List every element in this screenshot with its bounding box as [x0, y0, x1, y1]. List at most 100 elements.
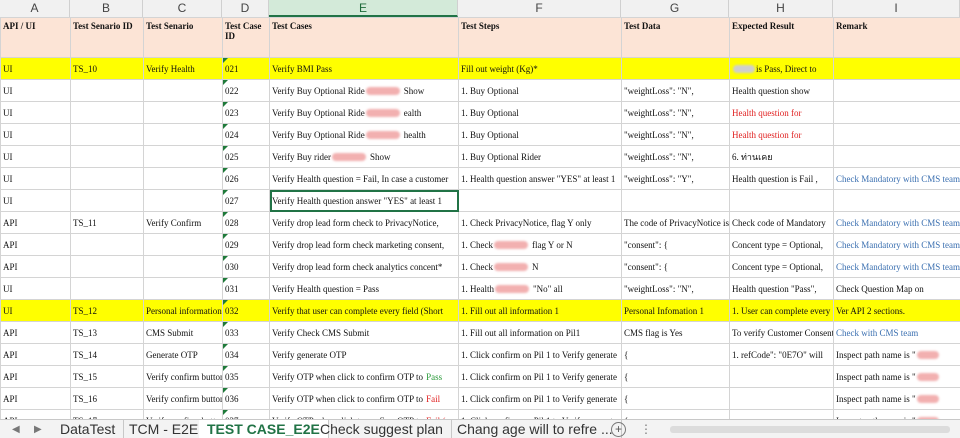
- table-cell[interactable]: Health question "Pass",: [729, 277, 834, 300]
- table-cell[interactable]: [833, 79, 960, 102]
- table-cell[interactable]: "weightLoss": "N",: [621, 123, 730, 146]
- column-header-a[interactable]: A: [0, 0, 70, 17]
- table-cell[interactable]: UI: [0, 79, 71, 102]
- table-cell[interactable]: Verify confirm button: [143, 409, 223, 419]
- table-cell[interactable]: [143, 255, 223, 278]
- table-cell[interactable]: 1. Buy Optional: [458, 101, 622, 124]
- table-cell[interactable]: 028: [222, 211, 270, 234]
- table-cell[interactable]: [833, 123, 960, 146]
- table-cell[interactable]: Personal Infomation 1: [621, 299, 730, 322]
- table-cell[interactable]: {: [621, 387, 730, 410]
- table-cell[interactable]: Verify drop lead form check analytics co…: [269, 255, 459, 278]
- table-cell[interactable]: [729, 189, 834, 212]
- table-cell[interactable]: [70, 79, 144, 102]
- table-cell[interactable]: Verify confirm button: [143, 387, 223, 410]
- table-cell[interactable]: UI: [0, 167, 71, 190]
- table-cell[interactable]: [143, 233, 223, 256]
- table-cell[interactable]: TS_16: [70, 387, 144, 410]
- table-cell[interactable]: TS_13: [70, 321, 144, 344]
- table-cell[interactable]: 1. Buy Optional Rider: [458, 145, 622, 168]
- table-cell[interactable]: Verify Buy Optional Ride Show: [269, 79, 459, 102]
- column-header-g[interactable]: G: [621, 0, 729, 17]
- table-cell[interactable]: [833, 57, 960, 80]
- table-cell[interactable]: "weightLoss": "N",: [621, 145, 730, 168]
- table-cell[interactable]: {: [621, 365, 730, 388]
- table-cell[interactable]: 1. User can complete every: [729, 299, 834, 322]
- table-cell[interactable]: 029: [222, 233, 270, 256]
- horizontal-scrollbar[interactable]: [670, 426, 950, 433]
- table-cell[interactable]: 032: [222, 299, 270, 322]
- table-cell[interactable]: 1. Fill out all information 1: [458, 299, 622, 322]
- table-cell[interactable]: Health question is Fail ,: [729, 167, 834, 190]
- table-cell[interactable]: 1. Click confirm on Pil 1 to Verify gene…: [458, 387, 622, 410]
- table-cell[interactable]: Ver API 2 sections.: [833, 299, 960, 322]
- table-cell[interactable]: Verify Health: [143, 57, 223, 80]
- table-cell[interactable]: Verify Health question = Pass: [269, 277, 459, 300]
- table-cell[interactable]: Inspect path name is ": [833, 365, 960, 388]
- table-cell[interactable]: [621, 189, 730, 212]
- table-cell[interactable]: [70, 167, 144, 190]
- header-cell[interactable]: Remark: [833, 17, 960, 58]
- table-cell[interactable]: [70, 123, 144, 146]
- header-cell[interactable]: Test Data: [621, 17, 730, 58]
- table-cell[interactable]: Verify Buy Optional Ride health: [269, 123, 459, 146]
- table-cell[interactable]: [143, 189, 223, 212]
- table-cell[interactable]: [729, 387, 834, 410]
- table-cell[interactable]: {: [621, 343, 730, 366]
- table-cell[interactable]: CMS flag is Yes: [621, 321, 730, 344]
- table-cell[interactable]: 1. Fill out all information on Pil1: [458, 321, 622, 344]
- table-cell[interactable]: Inspect path name is ": [833, 409, 960, 419]
- column-header-e[interactable]: E: [269, 0, 458, 17]
- table-cell[interactable]: [143, 167, 223, 190]
- table-cell[interactable]: To verify Customer Consent: [729, 321, 834, 344]
- table-cell[interactable]: Verify drop lead form check marketing co…: [269, 233, 459, 256]
- table-cell[interactable]: "consent": {: [621, 233, 730, 256]
- table-cell[interactable]: "weightLoss": "N",: [621, 101, 730, 124]
- column-header-c[interactable]: C: [143, 0, 222, 17]
- table-cell[interactable]: TS_15: [70, 365, 144, 388]
- table-cell[interactable]: Verify Health question = Fail, In case a…: [269, 167, 459, 190]
- table-cell[interactable]: 033: [222, 321, 270, 344]
- table-cell[interactable]: [621, 57, 730, 80]
- table-cell[interactable]: Verify Health question answer "YES" at l…: [269, 189, 459, 212]
- column-header-i[interactable]: I: [833, 0, 960, 17]
- table-cell[interactable]: API: [0, 211, 71, 234]
- header-cell[interactable]: Test Case ID: [222, 17, 270, 58]
- table-cell[interactable]: UI: [0, 189, 71, 212]
- table-cell[interactable]: Verify OTP when click to confirm OTP toF…: [269, 409, 459, 419]
- table-cell[interactable]: 027: [222, 189, 270, 212]
- header-cell[interactable]: Test Senario ID: [70, 17, 144, 58]
- table-cell[interactable]: [458, 189, 622, 212]
- table-cell[interactable]: Verify Buy rider Show: [269, 145, 459, 168]
- table-cell[interactable]: [143, 277, 223, 300]
- table-cell[interactable]: Verify generate OTP: [269, 343, 459, 366]
- table-cell[interactable]: TS_17: [70, 409, 144, 419]
- table-cell[interactable]: Health question for: [729, 101, 834, 124]
- table-cell[interactable]: 1. Buy Optional: [458, 79, 622, 102]
- table-cell[interactable]: 1. Health question answer "YES" at least…: [458, 167, 622, 190]
- table-cell[interactable]: 1. Click confirm on Pil 1 to Verify gene…: [458, 409, 622, 419]
- table-cell[interactable]: 025: [222, 145, 270, 168]
- header-cell[interactable]: Expected Result: [729, 17, 834, 58]
- table-cell[interactable]: 022: [222, 79, 270, 102]
- table-cell[interactable]: Verify OTP when click to confirm OTP toF…: [269, 387, 459, 410]
- sheet-tab-test-case-e2e[interactable]: TEST CASE_E2E: [199, 420, 329, 438]
- table-cell[interactable]: [833, 145, 960, 168]
- table-cell[interactable]: is Pass, Direct to: [729, 57, 834, 80]
- table-cell[interactable]: Verify that user can complete every fiel…: [269, 299, 459, 322]
- table-cell[interactable]: [729, 409, 834, 419]
- table-cell[interactable]: Check Mandatory with CMS team: [833, 233, 960, 256]
- table-cell[interactable]: Concent type = Optional,: [729, 233, 834, 256]
- plus-circle-icon[interactable]: +: [611, 422, 626, 437]
- table-cell[interactable]: 6. ท่านเคย: [729, 145, 834, 168]
- table-cell[interactable]: Verify BMI Pass: [269, 57, 459, 80]
- table-cell[interactable]: Generate OTP: [143, 343, 223, 366]
- more-icon[interactable]: ⋮: [640, 420, 652, 438]
- header-cell[interactable]: API / UI: [0, 17, 71, 58]
- table-cell[interactable]: CMS Submit: [143, 321, 223, 344]
- header-cell[interactable]: Test Senario: [143, 17, 223, 58]
- table-cell[interactable]: 031: [222, 277, 270, 300]
- table-cell[interactable]: TS_12: [70, 299, 144, 322]
- table-cell[interactable]: UI: [0, 57, 71, 80]
- sheet-tab-chang-age[interactable]: Chang age will to refre ...: [449, 420, 622, 438]
